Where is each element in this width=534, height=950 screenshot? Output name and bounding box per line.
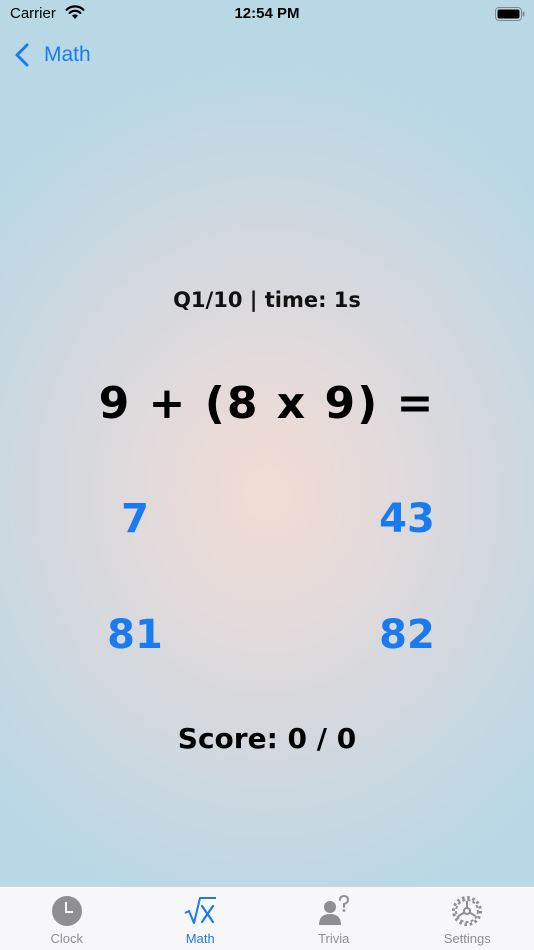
square-root-icon xyxy=(184,897,217,924)
question-status: Q1/10 | time: 1s xyxy=(173,288,361,312)
tab-label: Math xyxy=(185,931,215,946)
tab-math[interactable]: Math xyxy=(134,887,268,950)
tab-trivia[interactable]: Trivia xyxy=(267,887,401,950)
clock-icon xyxy=(51,896,82,926)
answer-button[interactable]: 82 xyxy=(337,612,477,658)
tab-label: Settings xyxy=(443,931,491,946)
answer-button[interactable]: 43 xyxy=(337,496,477,542)
chevron-left-icon xyxy=(15,43,29,67)
back-button-label: Math xyxy=(44,43,91,66)
battery-icon xyxy=(495,7,525,21)
status-bar: Carrier 12:54 PM xyxy=(0,0,534,30)
tab-label: Clock xyxy=(50,931,83,946)
answer-button[interactable]: 7 xyxy=(65,496,205,542)
tab-bar: Clock Math Trivia Settings xyxy=(0,886,534,950)
score-label: Score: 0 / 0 xyxy=(177,722,357,755)
tab-label: Trivia xyxy=(318,931,350,946)
person-question-icon xyxy=(318,895,349,925)
equation: 9 + (8 x 9) = xyxy=(98,378,436,429)
tab-settings[interactable]: Settings xyxy=(401,887,534,950)
tab-clock[interactable]: Clock xyxy=(0,887,134,950)
back-button[interactable]: Math xyxy=(14,38,91,72)
answer-button[interactable]: 81 xyxy=(65,612,205,658)
gear-icon xyxy=(452,896,483,926)
status-time: 12:54 PM xyxy=(234,5,300,22)
